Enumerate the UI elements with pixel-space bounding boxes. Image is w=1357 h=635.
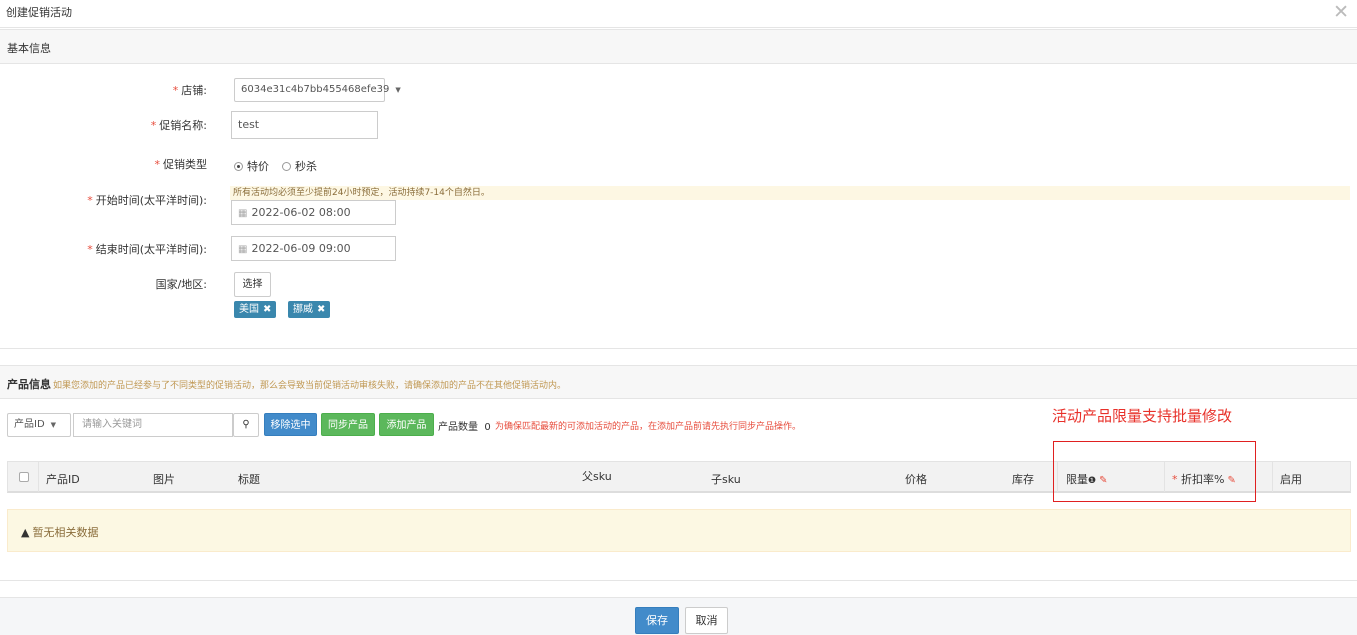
sync-products-button[interactable]: 同步产品 [321, 413, 375, 436]
calendar-icon: ▦ [238, 244, 248, 255]
divider [0, 348, 1357, 349]
store-select[interactable]: 6034e31c4b7bb455468efe39 ▼ [234, 78, 401, 102]
remove-selected-button[interactable]: 移除选中 [264, 413, 317, 436]
col-enabled: 启用 [1280, 473, 1302, 486]
dialog-header: 创建促销活动 ✕ [0, 0, 1357, 28]
promo-type-radio-special[interactable]: 特价 [234, 158, 269, 174]
search-field-select[interactable]: 产品ID ▼ [7, 413, 71, 437]
empty-state: ▲ 暂无相关数据 [7, 509, 1351, 552]
dialog-footer: 保存 取消 [0, 597, 1357, 635]
chevron-down-icon: ▼ [50, 421, 57, 429]
remove-tag-icon[interactable]: ✖ [317, 304, 325, 315]
col-price: 价格 [905, 473, 927, 486]
col-image: 图片 [153, 473, 175, 486]
product-info-notice: 如果您添加的产品已经参与了不同类型的促销活动，那么会导致当前促销活动审核失败，请… [53, 381, 567, 391]
dialog-title: 创建促销活动 [6, 6, 72, 19]
promo-type-label: * 促销类型 [154, 158, 208, 171]
basic-info-section-header: 基本信息 [0, 29, 1357, 64]
product-info-title: 产品信息 [7, 378, 51, 391]
cancel-button[interactable]: 取消 [685, 607, 728, 634]
remove-tag-icon[interactable]: ✖ [263, 304, 271, 315]
search-button[interactable]: ⚲ [233, 413, 259, 437]
col-stock: 库存 [1012, 473, 1034, 486]
radio-checked-icon [234, 162, 243, 171]
add-products-button[interactable]: 添加产品 [379, 413, 434, 436]
close-icon[interactable]: ✕ [1333, 1, 1349, 23]
product-count: 产品数量 0 [438, 422, 491, 433]
save-button[interactable]: 保存 [635, 607, 679, 634]
col-product-id: 产品ID [46, 473, 80, 486]
promo-name-input[interactable]: test [231, 111, 378, 139]
col-child-sku: 子sku [711, 473, 741, 486]
region-tag-us: 美国 ✖ [234, 301, 277, 318]
annotation-highlight-box [1053, 441, 1256, 502]
keyword-search-input[interactable]: 请输入关键词 [73, 413, 233, 437]
search-icon: ⚲ [242, 419, 250, 430]
col-parent-sku: 父sku [582, 470, 612, 483]
annotation-text: 活动产品限量支持批量修改 [1052, 407, 1233, 425]
promo-name-label: * 促销名称: [150, 119, 207, 132]
calendar-icon: ▦ [238, 208, 248, 219]
radio-unchecked-icon [282, 162, 291, 171]
region-label: 国家/地区: [155, 278, 207, 291]
start-time-input[interactable]: ▦ 2022-06-02 08:00 [231, 200, 396, 225]
store-label: * 店铺: [172, 84, 207, 97]
product-info-section-header: 产品信息 如果您添加的产品已经参与了不同类型的促销活动，那么会导致当前促销活动审核… [0, 365, 1357, 399]
end-time-label: * 结束时间(太平洋时间): [87, 243, 207, 256]
col-title: 标题 [238, 473, 260, 486]
start-time-label: * 开始时间(太平洋时间): [87, 194, 207, 207]
basic-info-title: 基本信息 [7, 42, 51, 55]
choose-region-button[interactable]: 选择 [234, 272, 271, 297]
divider [0, 580, 1357, 581]
select-all-checkbox[interactable] [19, 472, 29, 482]
end-time-input[interactable]: ▦ 2022-06-09 09:00 [231, 236, 396, 261]
warning-icon: ▲ [21, 526, 30, 539]
start-time-notice: 所有活动均必须至少提前24小时预定，活动持续7-14个自然日。 [230, 186, 1350, 200]
empty-message: 暂无相关数据 [32, 526, 99, 539]
chevron-down-icon: ▼ [395, 86, 401, 94]
region-tag-norway: 挪威 ✖ [288, 301, 331, 318]
sync-tip: 为确保匹配最新的可添加活动的产品，在添加产品前请先执行同步产品操作。 [495, 422, 802, 432]
promo-type-radio-flash[interactable]: 秒杀 [282, 158, 317, 174]
